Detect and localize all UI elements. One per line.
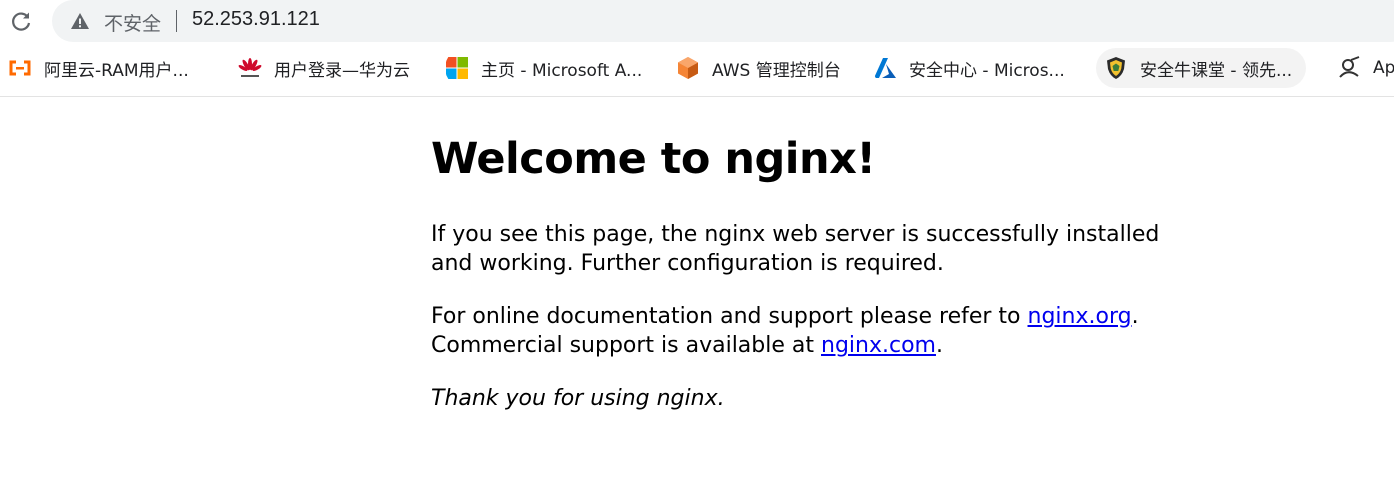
bookmark-aliyun[interactable]: 阿里云-RAM用户... [8,48,189,88]
bookmark-huawei[interactable]: 用户登录—华为云 [238,48,410,88]
bookmark-label: Ap [1373,58,1394,78]
bookmark-azure-security[interactable]: 安全中心 - Micros... [873,48,1065,88]
apps-icon [1337,56,1361,80]
commercial-period: . [935,333,943,358]
bookmark-label: AWS 管理控制台 [712,60,841,81]
docs-period: . [1131,304,1139,329]
bookmark-label: 阿里云-RAM用户... [44,60,189,81]
aws-cube-icon [676,56,700,80]
nginx-com-link[interactable]: nginx.com [821,333,936,358]
azure-icon [873,56,897,80]
bookmark-label: 主页 - Microsoft A... [481,60,643,81]
bookmark-label: 安全中心 - Micros... [909,60,1065,81]
microsoft-icon [445,56,469,80]
thank-you-text: Thank you for using nginx. [431,386,725,411]
reload-button[interactable] [8,8,34,34]
bookmark-aqniu[interactable]: 安全牛课堂 - 领先... [1096,48,1307,88]
shield-icon [1104,56,1128,80]
documentation-paragraph: For online documentation and support ple… [431,302,1191,360]
nginx-org-link[interactable]: nginx.org [1028,304,1132,329]
huawei-icon [238,56,262,80]
bookmark-label: 安全牛课堂 - 领先... [1140,60,1293,81]
browser-toolbar: 不安全 52.253.91.121 [0,0,1394,43]
aliyun-icon [8,56,32,80]
intro-paragraph: If you see this page, the nginx web serv… [431,222,1160,276]
bookmark-aws[interactable]: AWS 管理控制台 [676,48,841,88]
url-text[interactable]: 52.253.91.121 [192,8,320,31]
bookmark-label: 用户登录—华为云 [274,60,410,81]
address-separator [176,10,177,32]
commercial-text: Commercial support is available at [431,333,821,358]
page-title: Welcome to nginx! [431,134,876,184]
docs-text: For online documentation and support ple… [431,304,1028,329]
not-secure-warning-icon[interactable] [70,11,90,31]
reload-icon [12,12,31,31]
security-status-label[interactable]: 不安全 [104,9,161,36]
bookmarks-bar: 阿里云-RAM用户... 用户登录—华为云 主页 - Microsoft A..… [0,43,1394,97]
bookmark-apps[interactable]: Ap [1337,48,1394,88]
bookmark-microsoft[interactable]: 主页 - Microsoft A... [445,48,642,88]
